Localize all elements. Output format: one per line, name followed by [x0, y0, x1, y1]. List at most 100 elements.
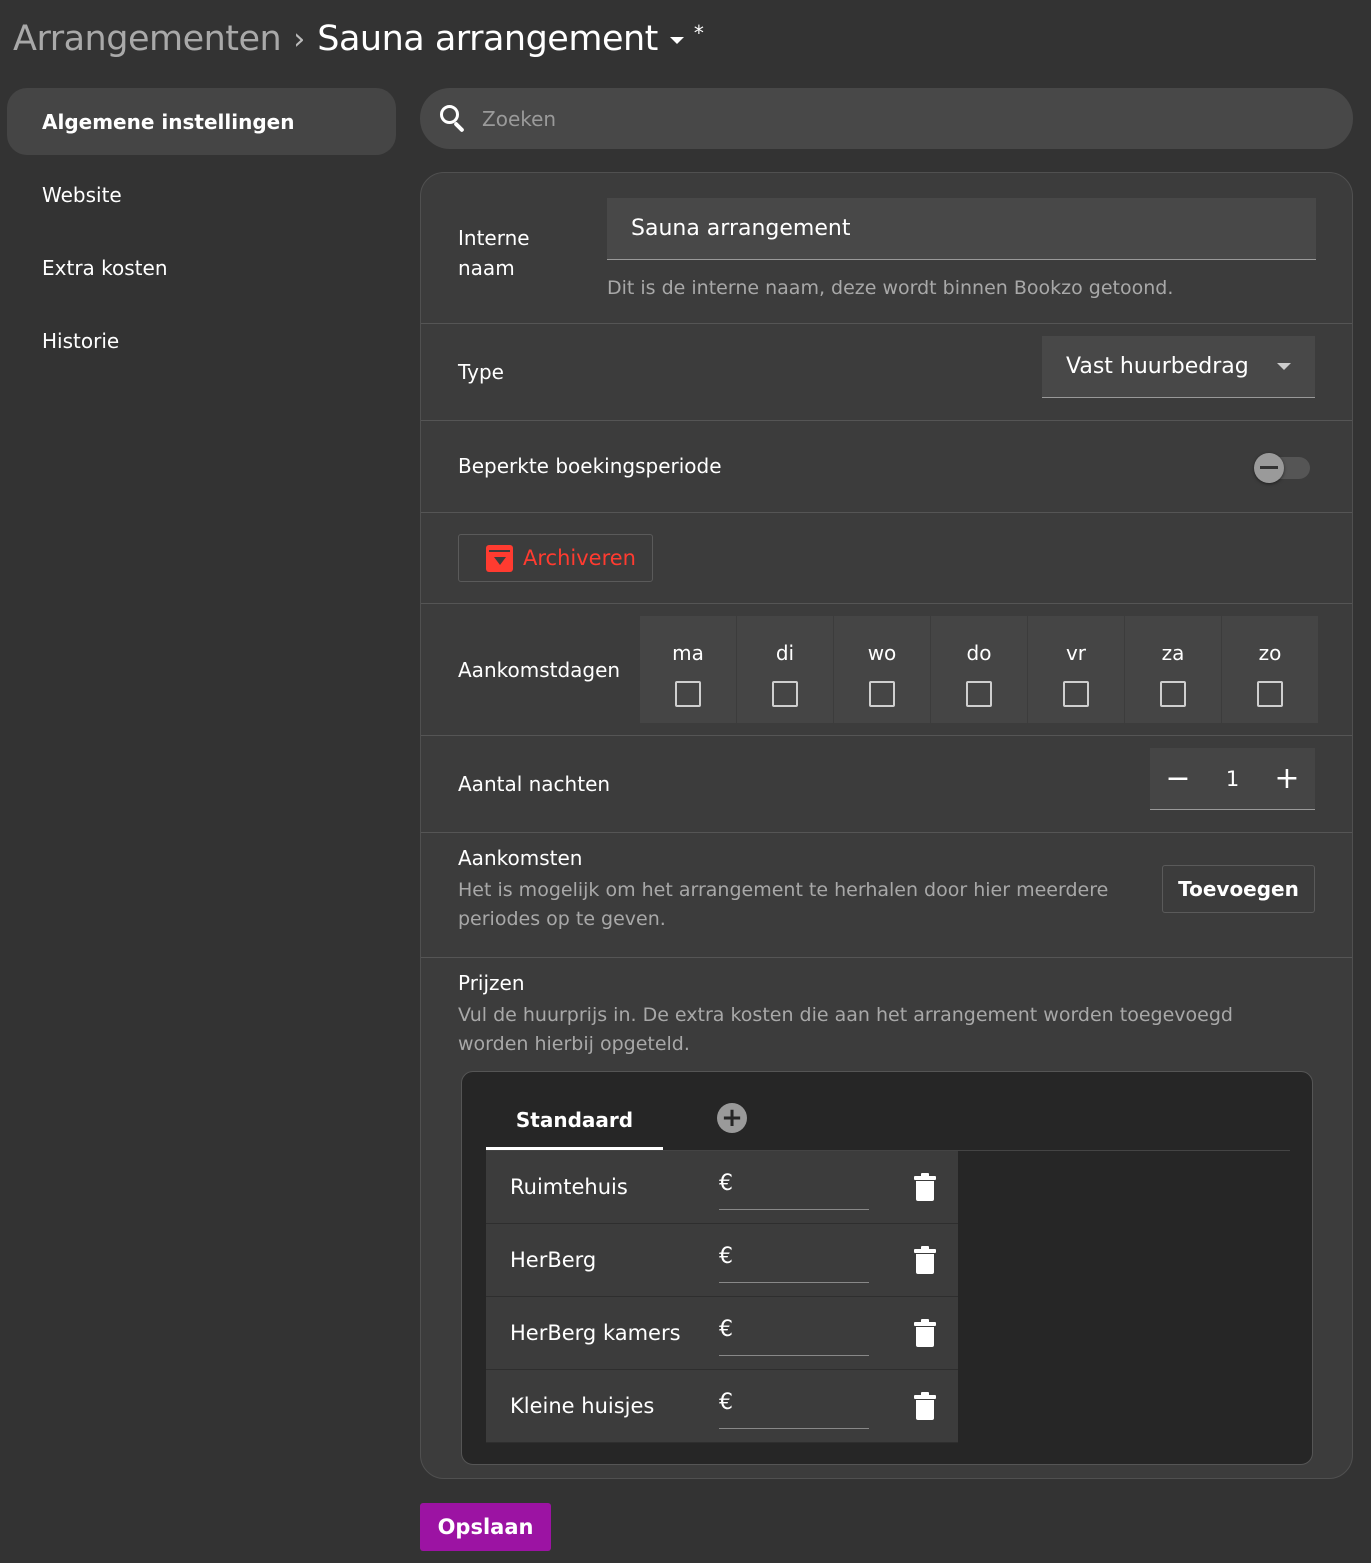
- day-label: do: [966, 641, 992, 665]
- day-tuesday: di: [737, 616, 833, 723]
- caret-down-icon[interactable]: [669, 36, 684, 44]
- table-row: HerBerg €: [486, 1224, 958, 1297]
- day-checkbox-tuesday[interactable]: [772, 681, 798, 707]
- archive-button[interactable]: Archiveren: [458, 534, 653, 582]
- table-row: HerBerg kamers €: [486, 1297, 958, 1370]
- day-friday: vr: [1028, 616, 1124, 723]
- minus-icon[interactable]: −: [1162, 763, 1194, 794]
- arrivals-description-line1: Het is mogelijk om het arrangement te he…: [458, 879, 1109, 901]
- currency-symbol: €: [719, 1171, 733, 1196]
- breadcrumb-parent-link[interactable]: Arrangementen: [13, 19, 282, 59]
- day-label: zo: [1258, 641, 1282, 665]
- restricted-period-toggle[interactable]: [1254, 453, 1310, 483]
- chevron-down-icon: [1277, 363, 1291, 370]
- arrivals-description: Het is mogelijk om het arrangement te he…: [458, 876, 1108, 934]
- toggle-knob: [1254, 453, 1284, 483]
- day-checkbox-saturday[interactable]: [1160, 681, 1186, 707]
- prices-description-line2: worden hierbij opgeteld.: [458, 1033, 690, 1055]
- type-row: Type Vast huurbedrag: [421, 324, 1352, 421]
- restricted-period-label: Beperkte boekingsperiode: [458, 454, 722, 478]
- settings-card: Interne naam Sauna arrangement Dit is de…: [420, 172, 1353, 1479]
- internal-name-row: Interne naam Sauna arrangement Dit is de…: [421, 173, 1352, 324]
- search-input[interactable]: [482, 106, 1282, 131]
- type-label: Type: [458, 360, 504, 384]
- day-thursday: do: [931, 616, 1027, 723]
- day-label: di: [775, 641, 795, 665]
- prices-panel: Standaard + Ruimtehuis € HerBerg € HerBe…: [461, 1071, 1313, 1465]
- arrivals-row: Aankomsten Het is mogelijk om het arrang…: [421, 833, 1352, 958]
- day-checkbox-sunday[interactable]: [1257, 681, 1283, 707]
- day-checkbox-monday[interactable]: [675, 681, 701, 707]
- day-wednesday: wo: [834, 616, 930, 723]
- search-icon: [438, 103, 470, 135]
- trash-icon[interactable]: [914, 1319, 936, 1347]
- price-input[interactable]: [719, 1428, 869, 1429]
- day-sunday: zo: [1222, 616, 1318, 723]
- day-label: za: [1161, 641, 1185, 665]
- prices-description: Vul de huurprijs in. De extra kosten die…: [458, 1001, 1233, 1059]
- archive-button-label: Archiveren: [523, 546, 636, 570]
- sidebar-item-extra-costs[interactable]: Extra kosten: [7, 234, 396, 301]
- currency-symbol: €: [719, 1244, 733, 1269]
- page-title: Sauna arrangement: [317, 19, 658, 59]
- day-label: vr: [1065, 641, 1087, 665]
- sidebar-item-history[interactable]: Historie: [7, 307, 396, 374]
- trash-icon[interactable]: [914, 1246, 936, 1274]
- day-checkbox-friday[interactable]: [1063, 681, 1089, 707]
- day-label: wo: [867, 641, 897, 665]
- tab-standard[interactable]: Standaard: [486, 1092, 663, 1150]
- arrivals-title: Aankomsten: [458, 846, 583, 870]
- unsaved-indicator: *: [693, 21, 704, 45]
- nights-stepper: − 1 +: [1150, 748, 1315, 810]
- price-input[interactable]: [719, 1209, 869, 1210]
- trash-icon[interactable]: [914, 1173, 936, 1201]
- search-bar: [420, 88, 1353, 149]
- currency-symbol: €: [719, 1317, 733, 1342]
- internal-name-label: Interne naam: [458, 223, 530, 283]
- archive-icon: [486, 544, 513, 572]
- price-input[interactable]: [719, 1355, 869, 1356]
- prices-header: Prijzen Vul de huurprijs in. De extra ko…: [421, 958, 1352, 1068]
- price-row-name: HerBerg: [510, 1248, 597, 1272]
- nights-row: Aantal nachten − 1 +: [421, 736, 1352, 833]
- arrivals-description-line2: periodes op te geven.: [458, 908, 666, 930]
- arrival-days-row: Aankomstdagen ma di wo do vr za zo: [421, 604, 1352, 736]
- add-arrival-button[interactable]: Toevoegen: [1162, 865, 1315, 913]
- price-input[interactable]: [719, 1282, 869, 1283]
- save-button[interactable]: Opslaan: [420, 1503, 551, 1551]
- price-row-name: HerBerg kamers: [510, 1321, 681, 1345]
- price-row-name: Ruimtehuis: [510, 1175, 628, 1199]
- nights-label: Aantal nachten: [458, 772, 611, 796]
- add-tab-icon[interactable]: +: [717, 1103, 747, 1133]
- currency-symbol: €: [719, 1390, 733, 1415]
- sidebar-item-general-settings[interactable]: Algemene instellingen: [7, 88, 396, 155]
- internal-name-label-line2: naam: [458, 256, 515, 280]
- price-row-name: Kleine huisjes: [510, 1394, 655, 1418]
- nights-value[interactable]: 1: [1226, 767, 1239, 791]
- day-checkbox-wednesday[interactable]: [869, 681, 895, 707]
- breadcrumb: Arrangementen › Sauna arrangement *: [13, 14, 704, 64]
- restricted-period-row: Beperkte boekingsperiode: [421, 421, 1352, 513]
- arrival-days-group: ma di wo do vr za zo: [640, 616, 1318, 723]
- table-row: Kleine huisjes €: [486, 1370, 958, 1443]
- table-row: Ruimtehuis €: [486, 1151, 958, 1224]
- plus-icon[interactable]: +: [1271, 763, 1303, 794]
- internal-name-input[interactable]: Sauna arrangement: [607, 198, 1316, 260]
- day-checkbox-thursday[interactable]: [966, 681, 992, 707]
- internal-name-label-line1: Interne: [458, 226, 530, 250]
- prices-title: Prijzen: [458, 971, 525, 995]
- internal-name-hint: Dit is de interne naam, deze wordt binne…: [607, 277, 1174, 299]
- day-saturday: za: [1125, 616, 1221, 723]
- day-monday: ma: [640, 616, 736, 723]
- prices-description-line1: Vul de huurprijs in. De extra kosten die…: [458, 1004, 1233, 1026]
- arrival-days-label: Aankomstdagen: [458, 658, 621, 682]
- type-select[interactable]: Vast huurbedrag: [1042, 336, 1315, 398]
- type-select-value: Vast huurbedrag: [1066, 354, 1249, 379]
- day-label: ma: [672, 641, 704, 665]
- sidebar-nav: Algemene instellingen Website Extra kost…: [7, 88, 396, 380]
- archive-row: Archiveren: [421, 513, 1352, 604]
- trash-icon[interactable]: [914, 1392, 936, 1420]
- chevron-right-icon: ›: [293, 21, 306, 57]
- price-table: Ruimtehuis € HerBerg € HerBerg kamers € …: [486, 1151, 958, 1443]
- sidebar-item-website[interactable]: Website: [7, 161, 396, 228]
